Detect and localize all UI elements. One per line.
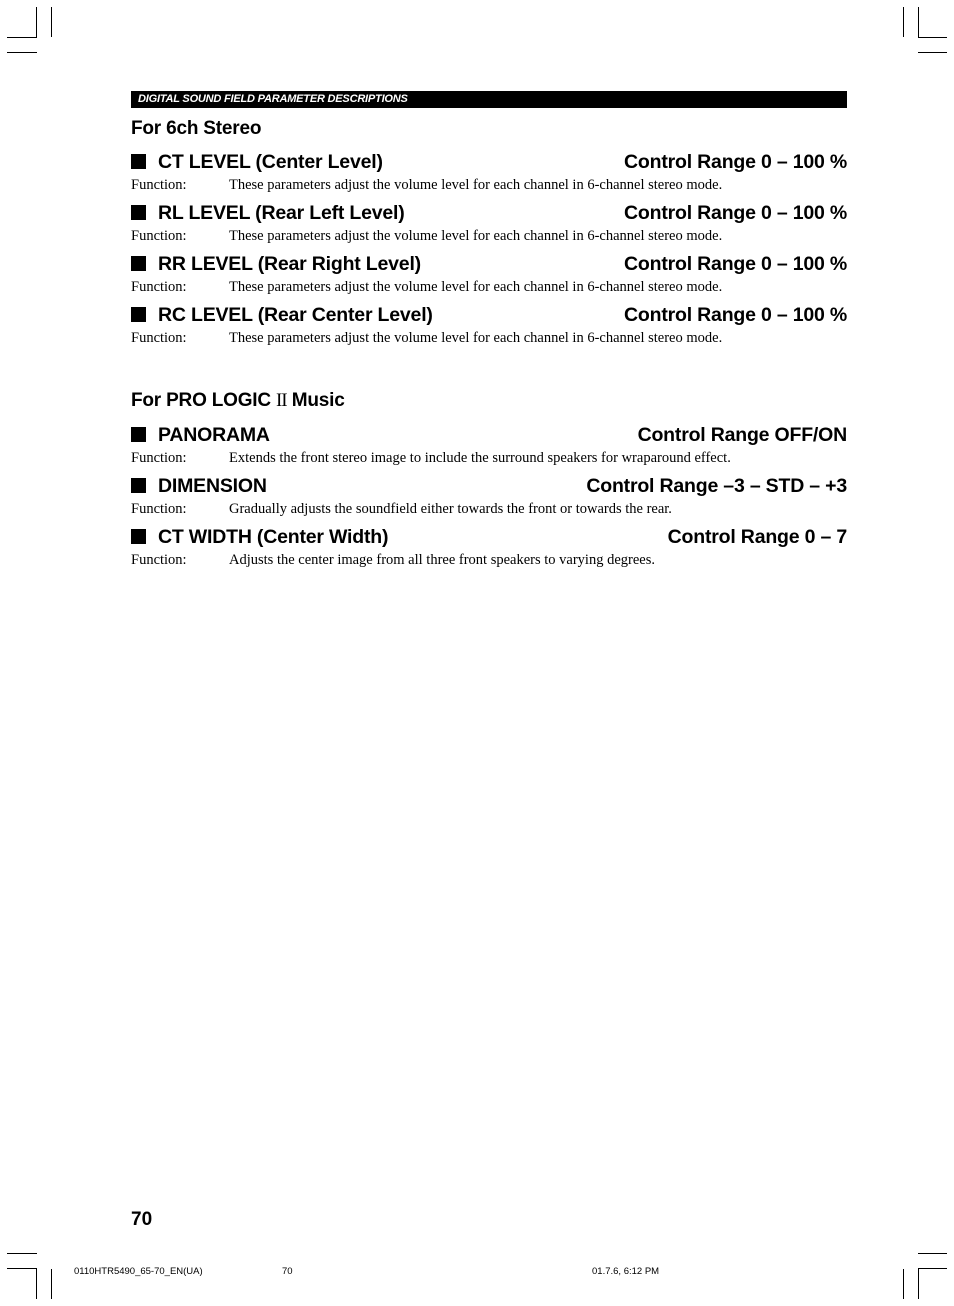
crop-mark [903, 7, 904, 37]
param-heading-rl-level: RL LEVEL (Rear Left Level) Control Range… [131, 202, 847, 224]
crop-mark [7, 1268, 37, 1269]
square-bullet-icon [131, 529, 146, 544]
square-bullet-icon [131, 427, 146, 442]
function-label: Function: [131, 228, 187, 244]
param-name: PANORAMA [158, 424, 270, 446]
crop-mark [918, 52, 947, 53]
footer-file-page: 70 [282, 1266, 293, 1277]
square-bullet-icon [131, 205, 146, 220]
crop-mark [36, 1268, 37, 1299]
param-range: Control Range 0 – 100 % [624, 202, 847, 224]
square-bullet-icon [131, 478, 146, 493]
param-range: Control Range OFF/ON [637, 424, 848, 446]
crop-mark [918, 1253, 947, 1254]
param-range: Control Range 0 – 100 % [624, 253, 847, 275]
square-bullet-icon [131, 256, 146, 271]
param-heading-ct-level: CT LEVEL (Center Level) Control Range 0 … [131, 151, 847, 173]
param-name: DIMENSION [158, 475, 267, 497]
function-text: These parameters adjust the volume level… [229, 228, 723, 244]
crop-mark [51, 1269, 52, 1299]
param-heading-rc-level: RC LEVEL (Rear Center Level) Control Ran… [131, 304, 847, 326]
crop-mark [903, 1269, 904, 1299]
param-heading-panorama: PANORAMA Control Range OFF/ON [131, 424, 847, 446]
section-banner: DIGITAL SOUND FIELD PARAMETER DESCRIPTIO… [131, 91, 847, 108]
function-text: These parameters adjust the volume level… [229, 330, 723, 346]
footer-timestamp: 01.7.6, 6:12 PM [592, 1266, 660, 1277]
function-label: Function: [131, 279, 187, 295]
crop-mark [7, 52, 37, 53]
crop-mark [7, 1253, 37, 1254]
param-name: CT LEVEL (Center Level) [158, 151, 383, 173]
function-label: Function: [131, 330, 187, 346]
param-name: RL LEVEL (Rear Left Level) [158, 202, 405, 224]
param-heading-ct-width: CT WIDTH (Center Width) Control Range 0 … [131, 526, 847, 548]
pro-logic-ii-glyph: II [275, 390, 288, 411]
square-bullet-icon [131, 307, 146, 322]
crop-mark [918, 1268, 947, 1269]
function-text: Gradually adjusts the soundfield either … [229, 501, 672, 517]
function-text: Adjusts the center image from all three … [229, 552, 655, 568]
function-text: These parameters adjust the volume level… [229, 177, 723, 193]
param-range: Control Range 0 – 100 % [624, 304, 847, 326]
param-range: Control Range –3 – STD – +3 [586, 475, 847, 497]
function-label: Function: [131, 177, 187, 193]
function-text: These parameters adjust the volume level… [229, 279, 723, 295]
footer-file-name: 0110HTR5490_65-70_EN(UA) [74, 1266, 203, 1277]
param-range: Control Range 0 – 7 [667, 526, 848, 548]
title-prefix: For PRO LOGIC [131, 390, 276, 411]
crop-mark [7, 37, 37, 38]
param-name: RR LEVEL (Rear Right Level) [158, 253, 421, 275]
param-name: RC LEVEL (Rear Center Level) [158, 304, 433, 326]
title-suffix: Music [286, 390, 345, 411]
function-label: Function: [131, 501, 187, 517]
function-text: Extends the front stereo image to includ… [229, 450, 731, 466]
section-title-pro-logic-ii-music: For PRO LOGIC II Music [131, 390, 345, 412]
page-number: 70 [131, 1209, 153, 1230]
param-heading-rr-level: RR LEVEL (Rear Right Level) Control Rang… [131, 253, 847, 275]
crop-mark [918, 37, 947, 38]
param-heading-dimension: DIMENSION Control Range –3 – STD – +3 [131, 475, 847, 497]
crop-mark [918, 7, 919, 38]
section-title-6ch-stereo: For 6ch Stereo [131, 118, 262, 139]
function-label: Function: [131, 552, 187, 568]
crop-mark [918, 1268, 919, 1299]
function-label: Function: [131, 450, 187, 466]
param-range: Control Range 0 – 100 % [624, 151, 847, 173]
crop-mark [36, 7, 37, 38]
param-name: CT WIDTH (Center Width) [158, 526, 389, 548]
square-bullet-icon [131, 154, 146, 169]
crop-mark [51, 7, 52, 37]
